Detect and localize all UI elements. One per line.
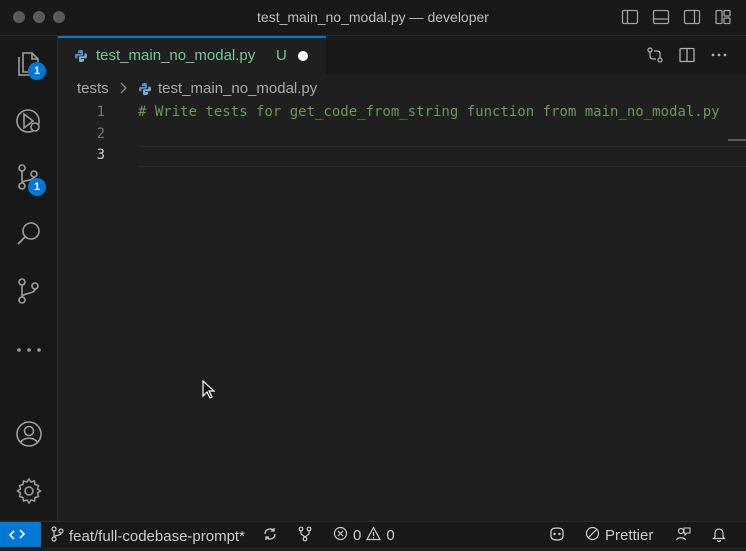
error-icon	[333, 526, 348, 545]
toggle-secondary-sidebar-icon[interactable]	[683, 8, 701, 26]
title-bar: test_main_no_modal.py — developer	[0, 0, 746, 36]
breadcrumb: tests test_main_no_modal.py	[58, 75, 746, 102]
python-file-icon	[74, 49, 88, 68]
code-line[interactable]: # Write tests for get_code_from_string f…	[138, 104, 720, 120]
code-editor[interactable]: 1 # Write tests for get_code_from_string…	[58, 102, 746, 520]
toggle-panel-icon[interactable]	[652, 8, 670, 26]
activity-bar: 1 1	[0, 36, 58, 520]
chevron-right-icon	[118, 80, 128, 100]
prettier-status-icon	[585, 526, 600, 545]
layout-controls	[621, 8, 732, 26]
source-control-badge: 1	[28, 178, 46, 196]
toggle-primary-sidebar-icon[interactable]	[621, 8, 639, 26]
prettier-label: Prettier	[605, 527, 654, 544]
remote-indicator[interactable]	[0, 522, 41, 547]
breadcrumb-file[interactable]: test_main_no_modal.py	[158, 80, 317, 97]
line-number: 1	[96, 104, 105, 120]
mouse-pointer-icon	[202, 379, 216, 405]
error-count: 0	[353, 527, 362, 544]
source-control-icon[interactable]: 1	[14, 162, 46, 196]
run-and-debug-icon[interactable]	[14, 106, 44, 136]
tab-label: test_main_no_modal.py	[96, 47, 256, 64]
untracked-status: U	[276, 47, 287, 64]
open-changes-icon[interactable]	[646, 46, 664, 69]
overview-ruler-mark	[728, 139, 746, 141]
status-bar: feat/full-codebase-prompt* 0 0 Prettier	[0, 521, 746, 547]
line-number-active: 3	[96, 147, 105, 163]
git-graph-icon[interactable]	[297, 526, 313, 542]
git-branch-icon[interactable]	[14, 276, 44, 306]
feedback-icon[interactable]	[675, 526, 691, 542]
breadcrumb-folder[interactable]: tests	[77, 80, 109, 97]
editor-tab-bar: test_main_no_modal.py U	[58, 36, 746, 74]
prettier-indicator[interactable]: Prettier	[585, 526, 653, 545]
unsaved-dot-icon[interactable]	[298, 51, 308, 61]
branch-name: feat/full-codebase-prompt*	[69, 527, 245, 545]
notifications-bell-icon[interactable]	[711, 526, 727, 542]
search-icon[interactable]	[14, 219, 44, 249]
python-file-icon	[138, 82, 152, 100]
more-icon[interactable]	[14, 335, 44, 365]
customize-layout-icon[interactable]	[714, 8, 732, 26]
accounts-icon[interactable]	[14, 419, 44, 449]
git-branch-icon	[50, 526, 64, 546]
editor-actions	[646, 46, 728, 69]
branch-indicator[interactable]: feat/full-codebase-prompt*	[50, 526, 245, 546]
copilot-icon[interactable]	[548, 526, 566, 542]
current-line-highlight	[138, 146, 746, 167]
settings-gear-icon[interactable]	[14, 476, 44, 506]
problems-indicator[interactable]: 0 0	[333, 526, 395, 545]
explorer-badge: 1	[28, 62, 46, 80]
tab-test-main-no-modal[interactable]: test_main_no_modal.py U	[58, 36, 326, 74]
explorer-icon[interactable]: 1	[14, 48, 46, 80]
split-editor-icon[interactable]	[678, 46, 696, 69]
warning-count: 0	[386, 527, 395, 544]
sync-icon[interactable]	[262, 526, 278, 542]
line-number: 2	[96, 126, 105, 142]
warning-icon	[366, 526, 382, 545]
more-actions-icon[interactable]	[710, 46, 728, 69]
